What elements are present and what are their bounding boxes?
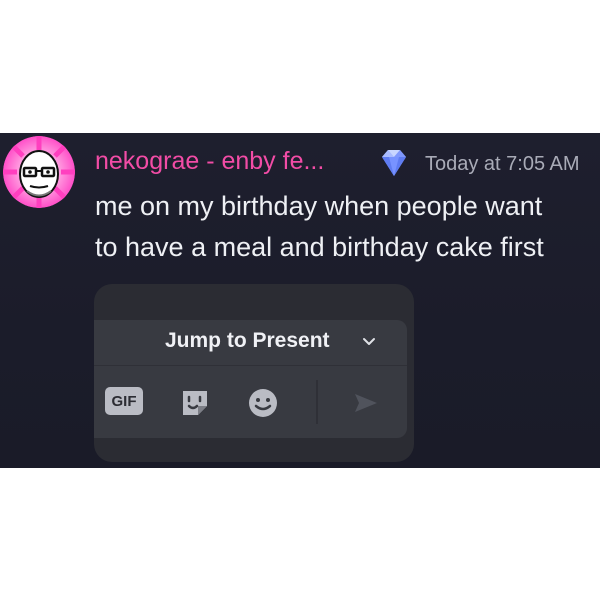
toolbar-divider (316, 380, 318, 424)
emoji-icon[interactable] (243, 383, 283, 423)
gif-label: GIF (111, 392, 137, 410)
message-timestamp: Today at 7:05 AM (425, 153, 580, 175)
author-name[interactable]: nekograe - enby fe... (95, 147, 324, 176)
chat-input-overlay: Jump to Present GIF (94, 320, 407, 438)
jump-to-present-label[interactable]: Jump to Present (165, 329, 330, 353)
chat-screen: nekograe - enby fe... Today at 7:05 AM m… (0, 133, 600, 468)
sticker-icon[interactable] (175, 383, 215, 423)
message-text-line: me on my birthday when people want (95, 191, 543, 221)
jump-to-present-bar[interactable]: Jump to Present (94, 320, 407, 366)
avatar[interactable] (3, 136, 75, 208)
chevron-down-icon[interactable] (361, 334, 377, 350)
video-embed: Jump to Present GIF (94, 284, 414, 462)
gem-icon (382, 150, 406, 176)
gif-button[interactable]: GIF (105, 387, 143, 415)
message-text-line: to have a meal and birthday cake first (95, 232, 544, 262)
send-icon[interactable] (345, 383, 385, 423)
